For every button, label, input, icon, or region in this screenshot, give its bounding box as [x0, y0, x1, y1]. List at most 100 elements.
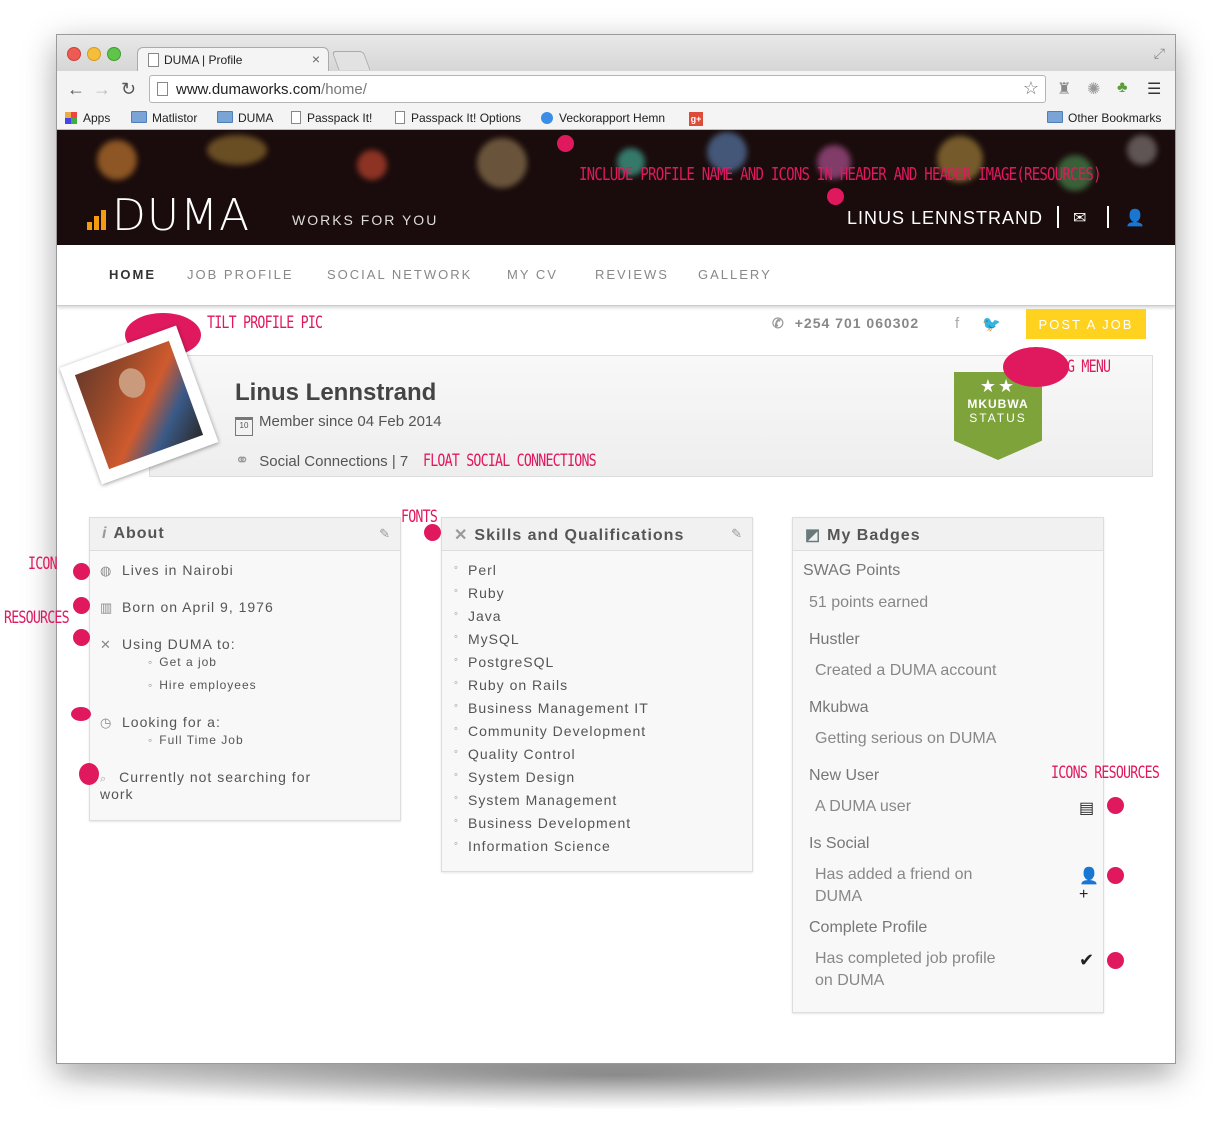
bookmark-google-plus[interactable]: g+	[689, 111, 703, 126]
skill-item: Ruby	[454, 585, 505, 601]
bookmark-star-icon[interactable]: ☆	[1023, 78, 1039, 99]
annotation-float-social: FLOAT SOCIAL CONNECTIONS	[423, 451, 597, 471]
bookmark-veckorapport[interactable]: Veckorapport Hemn	[541, 111, 673, 125]
about-looking: ◷ Looking for a:	[100, 714, 221, 731]
using-item: ◦ Get a job	[148, 655, 217, 669]
bookmarks-bar: Apps Matlistor DUMA Passpack It! Passpac…	[57, 107, 1175, 130]
post-job-button[interactable]: POST A JOB	[1026, 309, 1146, 339]
extension-tree-icon[interactable]: ♣	[1117, 79, 1128, 97]
bookmark-other[interactable]: Other Bookmarks	[1047, 111, 1161, 125]
about-title: i About	[102, 525, 165, 543]
about-looking-text: Looking for a:	[122, 714, 221, 730]
about-born-text: Born on April 9, 1976	[122, 599, 274, 615]
google-plus-icon: g+	[689, 112, 703, 126]
nav-my-cv[interactable]: MY CV	[507, 267, 558, 282]
annotation-dot	[73, 597, 90, 614]
new-tab-button[interactable]	[331, 51, 371, 70]
about-panel: i About ✎ ◍ Lives in Nairobi ▥ Born on Apri…	[89, 517, 401, 821]
annotation-dot	[79, 763, 99, 785]
using-item-text: Hire employees	[159, 678, 257, 692]
nav-job-profile[interactable]: JOB PROFILE	[187, 267, 294, 282]
bokeh-light	[357, 150, 387, 180]
duma-logo[interactable]: DUMA	[87, 190, 250, 241]
skill-item: Java	[454, 608, 502, 624]
browser-tab[interactable]: DUMA | Profile ×	[137, 47, 329, 72]
skill-item: MySQL	[454, 631, 520, 647]
facebook-icon[interactable]: f	[955, 315, 959, 332]
nav-social-network[interactable]: SOCIAL NETWORK	[327, 267, 472, 282]
globe-icon	[541, 112, 553, 124]
header-banner: DUMA WORKS FOR YOU LINUS LENNSTRAND ✉ 👤 …	[57, 130, 1175, 245]
bookmark-matlistor[interactable]: Matlistor	[131, 111, 197, 125]
extension-gift-icon[interactable]: ♜	[1057, 79, 1071, 99]
skill-item: Community Development	[454, 723, 646, 739]
about-searching-text-2: work	[100, 786, 134, 802]
profile-name: Linus Lennstrand	[235, 379, 437, 406]
annotation-dot	[73, 563, 90, 580]
nav-home[interactable]: HOME	[109, 267, 156, 282]
menu-icon[interactable]: ☰	[1147, 79, 1161, 99]
mail-icon[interactable]: ✉	[1073, 208, 1086, 228]
tab-bar: DUMA | Profile × ⤢	[57, 35, 1175, 72]
minimize-window-button[interactable]	[87, 47, 101, 61]
nav-gallery[interactable]: GALLERY	[698, 267, 772, 282]
user-icon[interactable]: 👤	[1125, 208, 1145, 228]
zoom-window-button[interactable]	[107, 47, 121, 61]
badge-name: Mkubwa	[809, 699, 869, 716]
phone-icon: ✆	[772, 315, 785, 331]
address-bar[interactable]: www.dumaworks.com/home/ ☆	[149, 75, 1046, 103]
info-icon: i	[102, 525, 108, 542]
skill-item: System Design	[454, 769, 575, 785]
badge-name: Is Social	[809, 835, 870, 852]
close-window-button[interactable]	[67, 47, 81, 61]
header-user-name[interactable]: LINUS LENNSTRAND	[847, 208, 1043, 229]
looking-item-text: Full Time Job	[159, 733, 244, 747]
reload-icon[interactable]: ↻	[121, 79, 136, 100]
profile-face	[114, 364, 150, 402]
annotation-dot	[1107, 797, 1124, 814]
annotation-rating: RATING MENU	[1031, 357, 1111, 377]
badge-name: Hustler	[809, 631, 860, 648]
bookmark-passpack-options[interactable]: Passpack It! Options	[395, 111, 521, 125]
bookmark-apps[interactable]: Apps	[65, 111, 110, 125]
back-icon[interactable]: ←	[67, 79, 85, 100]
annotation-dot	[71, 707, 91, 721]
badge-desc-2: on DUMA	[815, 972, 885, 989]
forward-icon[interactable]: →	[93, 79, 111, 100]
social-connections-text: Social Connections | 7	[259, 453, 409, 470]
bookmark-duma[interactable]: DUMA	[217, 111, 273, 125]
header-divider	[1107, 206, 1109, 228]
nav-reviews[interactable]: REVIEWS	[595, 267, 669, 282]
bokeh-light	[207, 135, 267, 165]
bookmark-passpack[interactable]: Passpack It!	[291, 111, 372, 125]
close-tab-icon[interactable]: ×	[312, 51, 320, 67]
bookmark-label: Passpack It!	[307, 111, 373, 125]
extension-gear-icon[interactable]: ✺	[1087, 79, 1100, 99]
status-title: MKUBWA	[967, 397, 1029, 411]
using-item-text: Get a job	[159, 655, 217, 669]
badge-desc: Has completed job profile	[815, 950, 996, 967]
badge-name: Complete Profile	[809, 919, 928, 936]
main-nav: HOME JOB PROFILE SOCIAL NETWORK MY CV RE…	[57, 245, 1175, 306]
phone-text: +254 701 060302	[794, 315, 920, 331]
about-searching: ⌕ Currently not searching for work	[100, 769, 390, 802]
about-born: ▥ Born on April 9, 1976	[100, 599, 274, 616]
logo-text: DUMA	[112, 190, 251, 241]
edit-pencil-icon[interactable]: ✎	[731, 526, 742, 542]
about-using: ✕ Using DUMA to:	[100, 636, 236, 653]
search-icon: ⌕	[100, 773, 108, 785]
bookmark-label: DUMA	[238, 111, 274, 125]
header-divider	[1057, 206, 1059, 228]
badge-desc: A DUMA user	[815, 798, 912, 815]
annotation-dot	[557, 135, 574, 152]
fullscreen-icon[interactable]: ⤢	[1154, 45, 1165, 62]
skills-title: ✕ Skills and Qualifications	[454, 525, 684, 545]
twitter-icon[interactable]: 🐦	[982, 315, 1001, 333]
social-connections[interactable]: ⚭ Social Connections | 7	[235, 451, 408, 471]
annotation-icons-resources: ICONS RESOURCES	[1051, 763, 1160, 783]
annotation-fonts: FONTS	[401, 507, 438, 527]
annotation-dot	[73, 629, 90, 646]
globe-icon: ◍	[100, 563, 113, 578]
annotation-header-note: INCLUDE PROFILE NAME AND ICONS IN HEADER…	[579, 164, 1102, 185]
edit-pencil-icon[interactable]: ✎	[379, 526, 390, 542]
